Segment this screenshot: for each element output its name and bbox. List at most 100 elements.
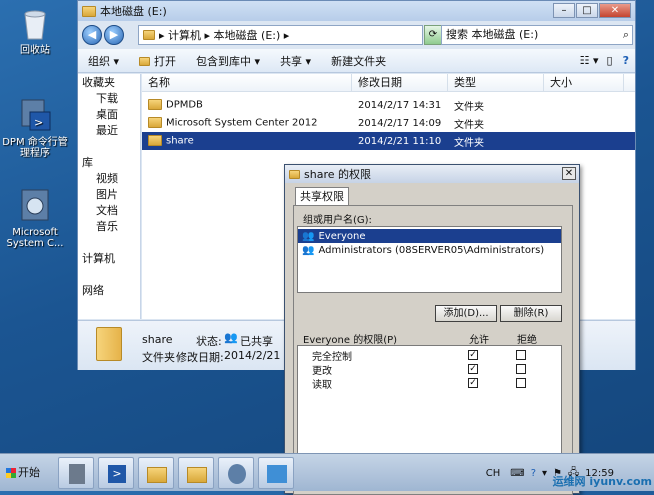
dpm-console-icon xyxy=(18,188,52,224)
windows-logo-icon xyxy=(6,468,16,478)
address-row: ◀ ▶ ▸ 计算机 ▸ 本地磁盘 (E:) ▸ ⟳ 搜索 本地磁盘 (E:) ⌕ xyxy=(78,23,635,47)
folder-icon xyxy=(148,117,162,129)
forward-button[interactable]: ▶ xyxy=(104,25,124,45)
share-button[interactable]: 共享 ▾ xyxy=(270,53,321,69)
view-options-icon[interactable]: ☷ ▾ xyxy=(576,54,603,67)
desktop-icon-label: 回收站 xyxy=(20,45,50,56)
file-row[interactable]: Microsoft System Center 2012 2014/2/17 14… xyxy=(142,114,635,132)
column-size[interactable]: 大小 xyxy=(544,74,624,91)
taskbar-dpm-console[interactable] xyxy=(218,457,254,489)
permission-row: 更改 ✓ xyxy=(298,362,561,377)
taskbar-folder[interactable] xyxy=(178,457,214,489)
desktop-icon-dpm-shell[interactable]: > DPM 命令行管理程序 xyxy=(0,98,70,159)
help-tray-icon[interactable]: ? xyxy=(531,468,536,479)
search-input[interactable]: 搜索 本地磁盘 (E:) ⌕ xyxy=(441,25,633,45)
explorer-titlebar[interactable]: 本地磁盘 (E:) xyxy=(78,1,635,21)
desktop-icon-dpm-console[interactable]: Microsoft System C... xyxy=(0,188,70,249)
dpm-console-icon xyxy=(228,464,246,484)
deny-checkbox[interactable] xyxy=(516,350,526,360)
nav-item[interactable]: 网络 xyxy=(78,282,140,298)
maximize-button[interactable]: □ xyxy=(576,3,598,18)
watermark: 运维网 iyunv.com xyxy=(552,475,652,488)
dpm-shell-icon: > xyxy=(18,98,52,134)
dialog-close-button[interactable]: ✕ xyxy=(562,167,576,180)
permission-row: 完全控制 ✓ xyxy=(298,348,561,363)
new-folder-button[interactable]: 新建文件夹 xyxy=(321,53,396,69)
command-bar: 组织 ▾ 打开 包含到库中 ▾ 共享 ▾ 新建文件夹 ☷ ▾ ▯ ? xyxy=(78,49,635,73)
add-button[interactable]: 添加(D)... xyxy=(435,305,497,322)
taskbar-server-manager[interactable] xyxy=(58,457,94,489)
column-date[interactable]: 修改日期 xyxy=(352,74,448,91)
open-button[interactable]: 打开 xyxy=(129,53,186,69)
desktop-icon-recycle-bin[interactable]: 回收站 xyxy=(0,6,70,56)
back-button[interactable]: ◀ xyxy=(82,25,102,45)
tab-share-permissions[interactable]: 共享权限 xyxy=(295,187,349,205)
computer-icon xyxy=(143,30,155,40)
nav-item[interactable]: 库 xyxy=(78,154,140,170)
start-label: 开始 xyxy=(18,466,40,479)
nav-item[interactable]: 文档 xyxy=(78,202,140,218)
close-button[interactable]: ✕ xyxy=(599,3,631,18)
nav-item[interactable]: 桌面 xyxy=(78,106,140,122)
keyboard-icon[interactable]: ⌨ xyxy=(510,468,524,479)
column-type[interactable]: 类型 xyxy=(448,74,544,91)
help-icon[interactable]: ? xyxy=(617,54,635,67)
nav-item[interactable]: 视频 xyxy=(78,170,140,186)
navigation-pane: 收藏夹 下载 桌面 最近库视频 图片 文档 音乐计算机网络 xyxy=(78,74,141,319)
minimize-button[interactable]: – xyxy=(553,3,575,18)
nav-item[interactable] xyxy=(78,138,140,154)
file-row[interactable]: DPMDB 2014/2/17 14:31 文件夹 xyxy=(142,96,635,114)
svg-text:>: > xyxy=(34,116,43,129)
users-group-icon: 👥 xyxy=(302,230,315,242)
allow-checkbox[interactable]: ✓ xyxy=(468,378,478,388)
start-button[interactable]: 开始 xyxy=(2,460,42,486)
file-rows: DPMDB 2014/2/17 14:31 文件夹 Microsoft System … xyxy=(142,92,635,150)
file-type: 文件夹 xyxy=(454,137,484,149)
folder-icon xyxy=(148,99,162,111)
address-path: ▸ 计算机 ▸ 本地磁盘 (E:) ▸ xyxy=(159,29,290,42)
allow-checkbox[interactable]: ✓ xyxy=(468,364,478,374)
include-library-button[interactable]: 包含到库中 ▾ xyxy=(186,53,270,69)
folder-icon xyxy=(289,169,300,179)
explorer-icon xyxy=(147,467,167,483)
details-modified-label: 修改日期: xyxy=(176,351,224,364)
user-list[interactable]: 👥 Everyone 👥 Administrators (08SERVER05\Adm… xyxy=(297,226,562,293)
nav-item[interactable]: 图片 xyxy=(78,186,140,202)
nav-item[interactable]: 计算机 xyxy=(78,250,140,266)
deny-column-label: 拒绝 xyxy=(517,335,537,346)
language-indicator[interactable]: CH xyxy=(486,468,501,479)
control-panel-icon xyxy=(267,465,287,483)
permissions-dialog: share 的权限 ✕ 共享权限 组或用户名(G): 👥 Everyone 👥 Adm… xyxy=(284,164,580,495)
window-title: 本地磁盘 (E:) xyxy=(100,5,167,18)
address-bar[interactable]: ▸ 计算机 ▸ 本地磁盘 (E:) ▸ xyxy=(138,25,423,45)
details-name: share xyxy=(142,333,173,346)
remove-button[interactable]: 删除(R) xyxy=(500,305,562,322)
nav-item[interactable]: 最近 xyxy=(78,122,140,138)
taskbar-explorer[interactable] xyxy=(138,457,174,489)
taskbar-control-panel[interactable] xyxy=(258,457,294,489)
nav-item[interactable] xyxy=(78,234,140,250)
deny-checkbox[interactable] xyxy=(516,364,526,374)
file-name: share xyxy=(166,135,194,147)
nav-item[interactable]: 收藏夹 xyxy=(78,74,140,90)
user-name: Everyone xyxy=(318,230,366,242)
search-icon: ⌕ xyxy=(622,28,629,41)
dialog-titlebar[interactable]: share 的权限 xyxy=(285,165,579,183)
tray-chevron-icon[interactable]: ▾ xyxy=(542,468,547,479)
user-items: 👥 Everyone 👥 Administrators (08SERVER05\Adm… xyxy=(298,227,561,257)
user-item[interactable]: 👥 Administrators (08SERVER05\Administrato… xyxy=(298,243,561,257)
refresh-button[interactable]: ⟳ xyxy=(424,25,442,45)
allow-checkbox[interactable]: ✓ xyxy=(468,350,478,360)
file-row[interactable]: share 2014/2/21 11:10 文件夹 xyxy=(142,132,635,150)
nav-item[interactable]: 音乐 xyxy=(78,218,140,234)
folder-share-icon xyxy=(187,467,207,483)
recycle-bin-icon xyxy=(18,6,52,42)
preview-pane-icon[interactable]: ▯ xyxy=(603,54,617,67)
nav-item[interactable] xyxy=(78,266,140,282)
column-name[interactable]: 名称 xyxy=(142,74,352,91)
user-item[interactable]: 👥 Everyone xyxy=(298,229,561,243)
nav-item[interactable]: 下载 xyxy=(78,90,140,106)
deny-checkbox[interactable] xyxy=(516,378,526,388)
organize-button[interactable]: 组织 ▾ xyxy=(78,53,129,69)
taskbar-powershell[interactable]: > xyxy=(98,457,134,489)
